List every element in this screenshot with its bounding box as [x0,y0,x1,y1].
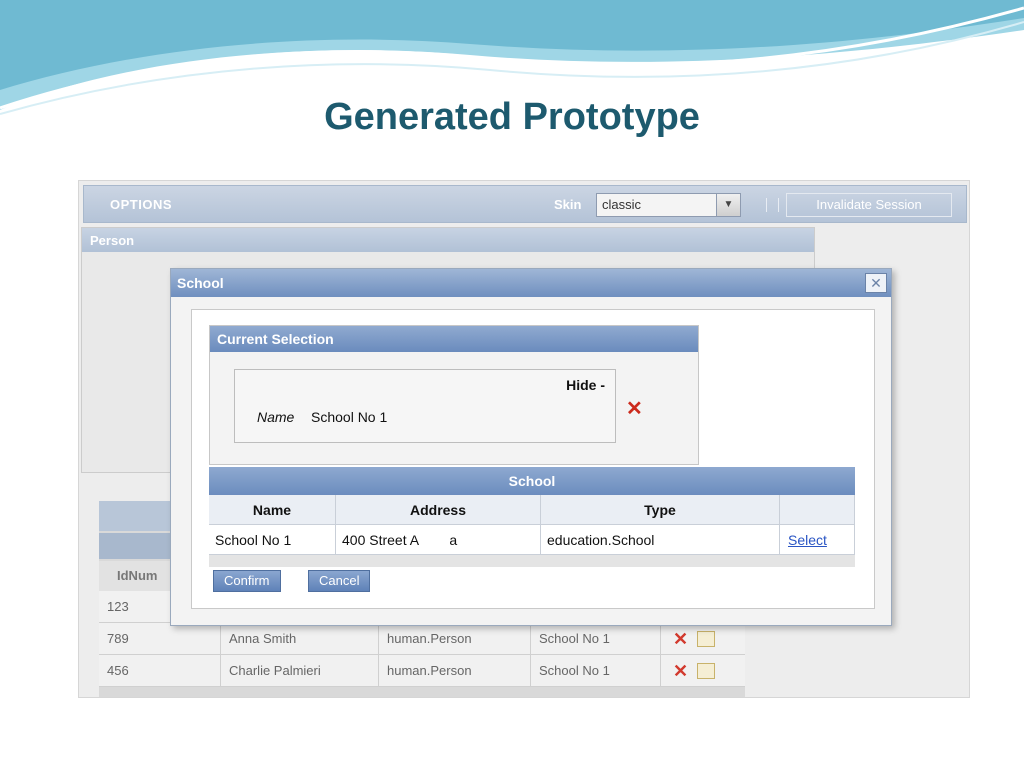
cell-school: School No 1 [531,655,661,687]
table-header-row: Name Address Type [209,495,855,525]
slide-title: Generated Prototype [324,96,700,138]
cell-type: human.Person [379,623,531,655]
name-value: School No 1 [311,409,388,425]
edit-icon[interactable] [697,663,715,679]
table-row: 456 Charlie Palmieri human.Person School… [99,655,745,687]
skin-select[interactable]: classic ▼ [596,193,741,217]
cell-id: 456 [99,655,221,687]
cell-action: Select [780,525,855,555]
cell-name: School No 1 [209,525,336,555]
person-panel-title: Person [82,228,814,252]
cell-name: Anna Smith [221,623,379,655]
column-header-address: Address [336,495,541,525]
toolbar-divider [778,198,779,212]
column-header-action [780,495,855,525]
invalidate-session-button[interactable]: Invalidate Session [786,193,952,217]
skin-select-value: classic [602,197,642,212]
skin-label: Skin [554,197,582,212]
table-row: 789 Anna Smith human.Person School No 1 … [99,623,745,655]
cell-type: human.Person [379,655,531,687]
cell-id: 789 [99,623,221,655]
toolbar-divider [766,198,767,212]
current-selection-panel: Current Selection Hide - Name School No … [209,325,699,465]
dialog-title: School [171,269,891,297]
name-label: Name [257,409,295,425]
current-selection-box: Hide - Name School No 1 [234,369,616,443]
dialog-body: Current Selection Hide - Name School No … [191,309,875,609]
cell-name: Charlie Palmieri [221,655,379,687]
column-header-name: Name [209,495,336,525]
close-icon[interactable]: ✕ [865,273,887,293]
chevron-down-icon[interactable]: ▼ [716,194,740,216]
edit-icon[interactable] [697,631,715,647]
options-label: OPTIONS [110,197,173,212]
column-header-type: Type [541,495,780,525]
current-selection-title: Current Selection [210,326,698,352]
select-link[interactable]: Select [788,532,827,548]
school-dialog: School ✕ Current Selection Hide - Name S… [170,268,892,626]
cell-type: education.School [541,525,780,555]
table-row: School No 1 400 Street A a education.Sch… [209,525,855,555]
delete-icon[interactable]: ✕ [673,661,688,682]
options-toolbar: OPTIONS Skin classic ▼ Invalidate Sessio… [83,185,967,223]
school-table: School Name Address Type School No 1 400… [209,467,855,567]
confirm-button[interactable]: Confirm [213,570,281,592]
delete-icon[interactable]: ✕ [673,629,688,650]
cancel-button[interactable]: Cancel [308,570,371,592]
cell-school: School No 1 [531,623,661,655]
cell-address: 400 Street A a [336,525,541,555]
school-table-caption: School [209,467,855,495]
hide-toggle[interactable]: Hide - [566,377,605,393]
remove-selection-icon[interactable]: ✕ [626,396,643,421]
